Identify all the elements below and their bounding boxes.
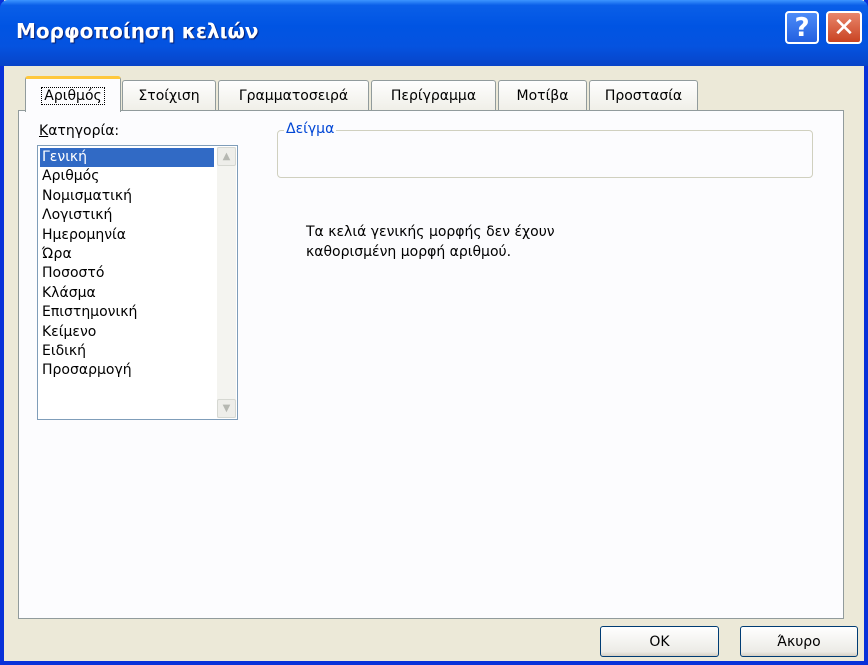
help-icon: ? xyxy=(794,12,810,43)
list-item-currency[interactable]: Νομισματική xyxy=(40,187,214,206)
tab-label: Στοίχιση xyxy=(138,87,200,104)
title-bar[interactable]: Μορφοποίηση κελιών ? ✕ xyxy=(0,0,868,66)
sample-groupbox xyxy=(277,130,813,178)
tab-font[interactable]: Γραμματοσειρά xyxy=(218,80,369,110)
ok-button[interactable]: OK xyxy=(600,626,719,657)
tab-protection[interactable]: Προστασία xyxy=(589,80,698,110)
category-list: Γενική Αριθμός Νομισματική Λογιστική Ημε… xyxy=(39,146,215,381)
list-item-custom[interactable]: Προσαρμογή xyxy=(40,361,214,380)
chevron-up-icon: ▲ xyxy=(222,151,231,162)
tab-label: Προστασία xyxy=(604,87,683,104)
scroll-up-button[interactable]: ▲ xyxy=(217,147,236,166)
category-scrollbar[interactable]: ▲ ▼ xyxy=(217,147,236,418)
sample-legend: Δείγμα xyxy=(284,121,337,137)
category-listbox[interactable]: Γενική Αριθμός Νομισματική Λογιστική Ημε… xyxy=(37,145,238,420)
tab-alignment[interactable]: Στοίχιση xyxy=(122,80,216,110)
close-button[interactable]: ✕ xyxy=(826,11,862,44)
tab-label: Περίγραμμα xyxy=(390,87,477,104)
category-label-text: ατηγορία: xyxy=(48,123,120,139)
list-item-special[interactable]: Ειδική xyxy=(40,342,214,361)
tab-label: Μοτίβα xyxy=(516,87,569,104)
list-item-number[interactable]: Αριθμός xyxy=(40,167,214,186)
scroll-down-button[interactable]: ▼ xyxy=(217,399,236,418)
category-label-accesskey: Κ xyxy=(39,123,49,139)
cancel-button[interactable]: Άκυρο xyxy=(740,626,858,657)
list-item-percentage[interactable]: Ποσοστό xyxy=(40,264,214,283)
format-description: Τα κελιά γενικής μορφής δεν έχουν καθορι… xyxy=(306,222,706,262)
list-item-accounting[interactable]: Λογιστική xyxy=(40,206,214,225)
description-line-2: καθορισμένη μορφή αριθμού. xyxy=(306,244,512,260)
tab-border[interactable]: Περίγραμμα xyxy=(371,80,496,110)
dialog-title: Μορφοποίηση κελιών xyxy=(16,19,259,43)
tab-number[interactable]: Αριθμός xyxy=(25,76,121,112)
list-item-general[interactable]: Γενική xyxy=(39,146,215,169)
category-label: Κατηγορία: xyxy=(39,123,119,139)
list-item-date[interactable]: Ημερομηνία xyxy=(40,226,214,245)
description-line-1: Τα κελιά γενικής μορφής δεν έχουν xyxy=(306,224,555,240)
list-item-fraction[interactable]: Κλάσμα xyxy=(40,284,214,303)
tab-label: Γραμματοσειρά xyxy=(238,87,349,104)
tab-label: Αριθμός xyxy=(41,86,105,105)
list-item-text[interactable]: Κείμενο xyxy=(40,323,214,342)
chevron-down-icon: ▼ xyxy=(222,403,231,414)
help-button[interactable]: ? xyxy=(785,11,819,44)
list-item-time[interactable]: Ώρα xyxy=(40,245,214,264)
tab-patterns[interactable]: Μοτίβα xyxy=(498,80,587,110)
list-item-scientific[interactable]: Επιστημονική xyxy=(40,303,214,322)
close-icon: ✕ xyxy=(833,12,855,43)
